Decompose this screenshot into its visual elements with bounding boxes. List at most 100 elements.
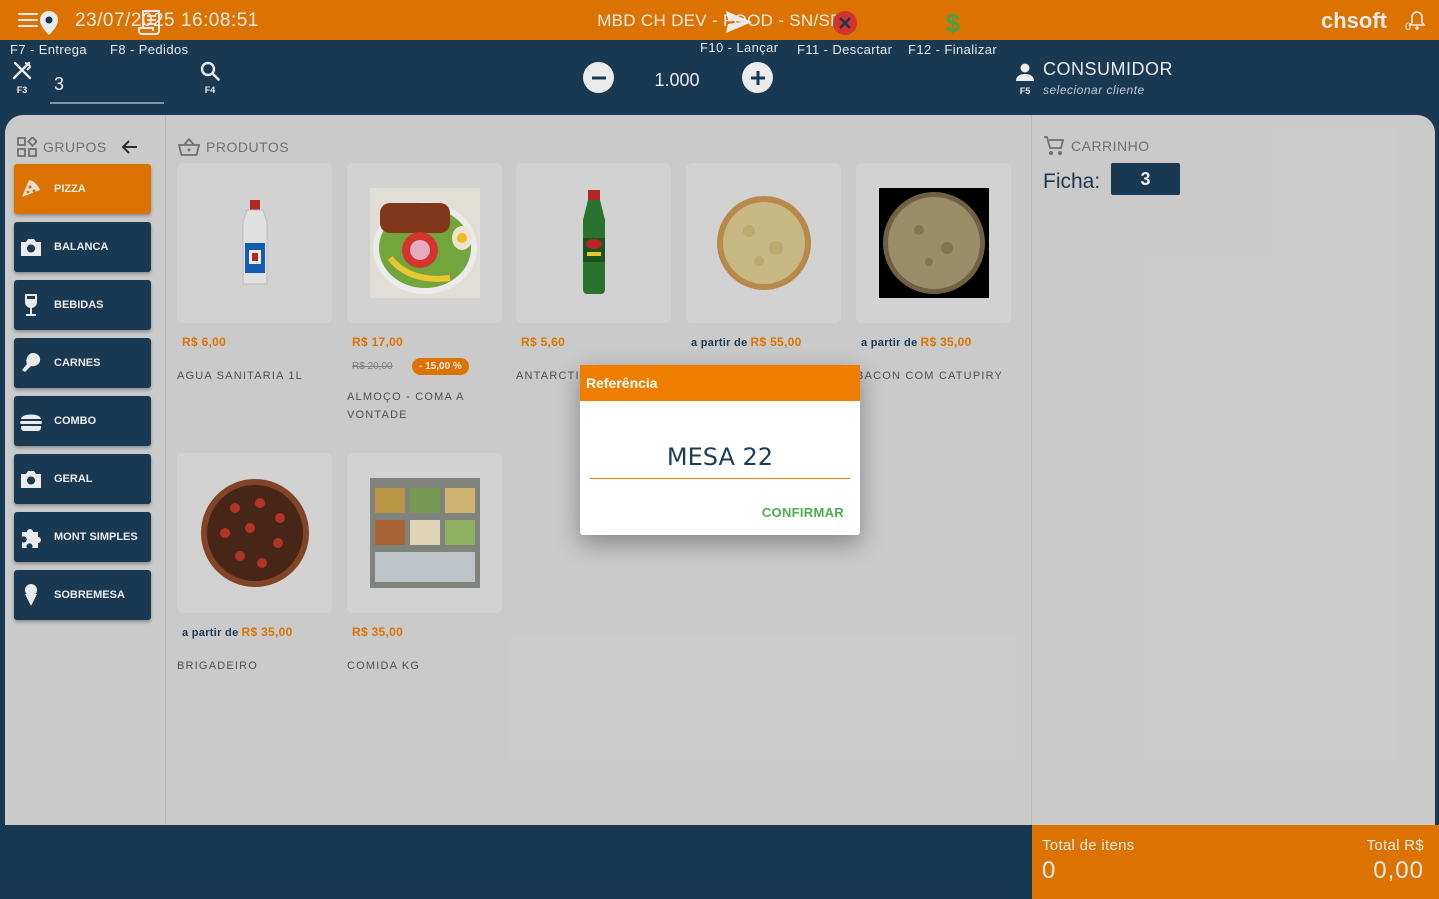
ficha-label: Ficha: bbox=[1043, 170, 1101, 193]
product-image bbox=[369, 478, 480, 588]
delivery-label: F7 - Entrega bbox=[10, 42, 88, 57]
brand-logo: chsoft bbox=[1321, 8, 1387, 33]
dollar-icon: $ bbox=[945, 10, 960, 36]
basket-icon bbox=[178, 137, 200, 156]
totals-panel: Total de itens 0 Total R$ 0,00 bbox=[1032, 825, 1439, 899]
launch-label: F10 - Lançar bbox=[700, 40, 779, 55]
groups-header: GRUPOS bbox=[17, 137, 139, 157]
product-image bbox=[369, 188, 480, 298]
total-items-value: 0 bbox=[1042, 857, 1056, 884]
group-label: COMBO bbox=[54, 415, 97, 427]
wine-glass-icon bbox=[19, 293, 43, 317]
products-title: PRODUTOS bbox=[206, 139, 290, 155]
pizza-icon bbox=[19, 177, 43, 201]
product-card-pizza[interactable] bbox=[686, 163, 841, 323]
product-card-comida-kg[interactable] bbox=[347, 453, 502, 613]
group-geral[interactable]: GERAL bbox=[14, 454, 151, 504]
select-customer-link[interactable]: selecionar cliente bbox=[1043, 83, 1145, 97]
launch-button[interactable]: F10 - Lançar bbox=[700, 0, 779, 74]
total-amount-label: Total R$ bbox=[1366, 837, 1424, 854]
search-icon bbox=[200, 61, 220, 81]
cart-title: CARRINHO bbox=[1071, 138, 1150, 154]
group-label: PIZZA bbox=[54, 183, 86, 195]
price-prefix: a partir de bbox=[861, 337, 918, 349]
group-combo[interactable]: COMBO bbox=[14, 396, 151, 446]
product-card-agua-sanitaria[interactable] bbox=[177, 163, 332, 323]
orders-button[interactable]: F8 - Pedidos bbox=[110, 0, 189, 74]
group-label: CARNES bbox=[54, 357, 101, 369]
notification-bell-icon[interactable]: 0 bbox=[1405, 9, 1427, 33]
product-price: a partir de R$ 35,00 bbox=[182, 625, 293, 639]
notification-count: 0 bbox=[1405, 21, 1412, 33]
discard-label: F11 - Descartar bbox=[797, 42, 893, 57]
product-name: BRIGADEIRO bbox=[177, 660, 259, 672]
finalize-label: F12 - Finalizar bbox=[908, 42, 998, 57]
ice-cream-icon bbox=[19, 583, 43, 607]
search-key-label: F4 bbox=[204, 85, 216, 95]
arrow-back-icon[interactable] bbox=[121, 139, 139, 155]
group-label: MONT SIMPLES bbox=[54, 531, 138, 543]
search-button[interactable]: F4 bbox=[198, 60, 222, 95]
product-price: R$ 6,00 bbox=[182, 335, 227, 349]
reference-input[interactable] bbox=[590, 435, 850, 479]
customer-button[interactable]: F5 bbox=[1014, 62, 1036, 96]
group-label: GERAL bbox=[54, 473, 93, 485]
product-price: R$ 35,00 bbox=[352, 625, 404, 639]
product-name: ALMOÇO - COMA A VONTADE bbox=[347, 391, 465, 421]
price-value: R$ 55,00 bbox=[750, 335, 802, 349]
group-sobremesa[interactable]: SOBREMESA bbox=[14, 570, 151, 620]
dialog-title: Referência bbox=[580, 365, 860, 401]
products-header: PRODUTOS bbox=[178, 137, 289, 157]
meat-icon bbox=[19, 351, 43, 375]
product-old-price: R$ 20,00 bbox=[352, 361, 393, 372]
product-name: COMIDA KG bbox=[347, 660, 421, 672]
person-icon bbox=[1016, 63, 1034, 81]
group-mont-simples[interactable]: MONT SIMPLES bbox=[14, 512, 151, 562]
product-price: a partir de R$ 55,00 bbox=[691, 335, 802, 349]
product-price: R$ 5,60 bbox=[521, 335, 566, 349]
price-prefix: a partir de bbox=[182, 627, 239, 639]
groups-column: GRUPOS PIZZA BALANCA BEBIDAS CARNES COMB… bbox=[5, 115, 166, 825]
delivery-button[interactable]: F7 - Entrega bbox=[10, 0, 87, 74]
cart-icon bbox=[1044, 136, 1065, 155]
product-name: BACON COM CATUPIRY bbox=[856, 370, 1004, 382]
group-carnes[interactable]: CARNES bbox=[14, 338, 151, 388]
customer-name[interactable]: CONSUMIDOR bbox=[1043, 59, 1173, 80]
groups-title: GRUPOS bbox=[43, 139, 107, 155]
group-bebidas[interactable]: BEBIDAS bbox=[14, 280, 151, 330]
product-card-antarctica[interactable] bbox=[516, 163, 671, 323]
price-value: R$ 35,00 bbox=[241, 625, 293, 639]
product-image bbox=[878, 188, 989, 298]
group-balanca[interactable]: BALANCA bbox=[14, 222, 151, 272]
product-card-almoco[interactable] bbox=[347, 163, 502, 323]
finalize-button[interactable]: $ F12 - Finalizar bbox=[908, 0, 997, 74]
group-label: SOBREMESA bbox=[54, 589, 125, 601]
product-card-bacon-catupiry[interactable] bbox=[856, 163, 1011, 323]
group-pizza[interactable]: PIZZA bbox=[14, 164, 151, 214]
cart-column: CARRINHO Ficha: 3 bbox=[1031, 115, 1435, 825]
cancel-icon bbox=[832, 11, 857, 35]
price-prefix: a partir de bbox=[691, 337, 748, 349]
send-icon bbox=[726, 11, 753, 33]
camera-icon bbox=[19, 467, 43, 491]
total-items-label: Total de itens bbox=[1042, 837, 1135, 854]
burger-icon bbox=[19, 409, 43, 433]
price-value: R$ 35,00 bbox=[920, 335, 972, 349]
discard-button[interactable]: F11 - Descartar bbox=[797, 0, 892, 74]
minus-icon bbox=[591, 76, 606, 79]
group-label: BALANCA bbox=[54, 241, 109, 253]
grid-icon bbox=[17, 137, 37, 157]
table-key-label: F3 bbox=[16, 85, 28, 95]
decrease-quantity-button[interactable] bbox=[583, 62, 614, 93]
product-price: a partir de R$ 35,00 bbox=[861, 335, 972, 349]
location-pin-icon bbox=[39, 11, 58, 35]
customer-key-label: F5 bbox=[1019, 86, 1031, 96]
product-card-brigadeiro[interactable] bbox=[177, 453, 332, 613]
confirm-button[interactable]: CONFIRMAR bbox=[762, 505, 844, 520]
product-image bbox=[200, 478, 310, 588]
product-image bbox=[709, 188, 819, 298]
product-name: AGUA SANITARIA 1L bbox=[177, 370, 303, 382]
puzzle-icon bbox=[19, 525, 43, 549]
camera-icon bbox=[19, 235, 43, 259]
product-image bbox=[200, 188, 310, 298]
